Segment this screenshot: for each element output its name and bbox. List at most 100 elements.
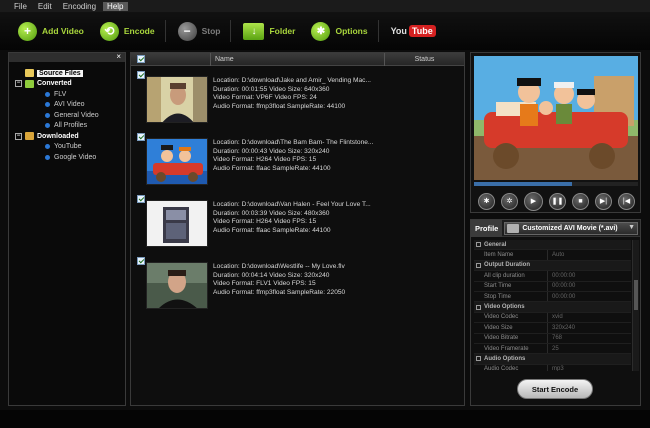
collapse-icon[interactable] (476, 262, 481, 268)
scrollbar-thumb[interactable] (634, 280, 638, 310)
tree-item-general-video[interactable]: General Video (15, 110, 125, 121)
add-video-label: Add Video (42, 26, 84, 36)
property-row[interactable]: Stop Time 00:00:00 (474, 291, 631, 303)
previous-frame-icon[interactable]: |◀ (618, 192, 635, 210)
tree-item-source-files[interactable]: Source Files (15, 68, 125, 79)
youtube-button[interactable]: You Tube (391, 25, 436, 37)
tree-item-youtube[interactable]: YouTube (15, 142, 125, 153)
select-all-checkbox[interactable] (137, 55, 145, 63)
property-row[interactable]: Video Codec xvid (474, 312, 631, 324)
property-key: Video Size (474, 323, 548, 333)
stop-icon[interactable]: ■ (572, 192, 589, 210)
property-category[interactable]: Audio Options (474, 354, 631, 365)
encode-button[interactable]: ⟲ Encode (99, 19, 155, 43)
playback-controls: ✱ ✲ ▶ ❚❚ ■ ▶| |◀ (471, 190, 642, 212)
property-value[interactable]: mp3 (548, 366, 564, 371)
file-checkbox[interactable] (137, 71, 145, 79)
menu-help[interactable]: Help (103, 1, 128, 11)
file-checkbox[interactable] (137, 133, 145, 141)
bullet-icon (45, 154, 50, 160)
tree-item-converted[interactable]: − Converted (15, 79, 125, 90)
property-value[interactable]: 00:00:00 (548, 283, 575, 289)
close-icon[interactable]: × (116, 52, 121, 61)
play-icon[interactable]: ▶ (524, 191, 543, 211)
property-key: Item Name (474, 250, 548, 260)
file-row[interactable]: Location: D:\download\Van Halen - Feel Y… (137, 195, 457, 255)
property-value[interactable]: Auto (548, 252, 564, 258)
tree-item-google-video[interactable]: Google Video (15, 152, 125, 163)
folder-button[interactable]: ↓ Folder (243, 19, 295, 43)
file-duration: Duration: 00:00:43 Video Size: 320x240 (213, 147, 330, 155)
chevron-down-icon: ▼ (628, 223, 635, 231)
property-row[interactable]: All clip duration 00:00:00 (474, 271, 631, 282)
column-header-name[interactable]: Name (211, 52, 385, 66)
video-thumbnail (146, 76, 208, 123)
file-video-format: Video Format: FLV1 Video FPS: 15 (213, 280, 316, 288)
file-audio-format: Audio Format: ffmp3float SampleRate: 441… (213, 102, 346, 110)
property-value[interactable]: 00:00:00 (548, 273, 575, 279)
add-video-button[interactable]: + Add Video (18, 19, 84, 43)
property-category[interactable]: General (474, 240, 631, 251)
pause-icon[interactable]: ❚❚ (549, 192, 566, 210)
start-encode-button[interactable]: Start Encode (517, 379, 593, 399)
folder-icon (25, 69, 34, 78)
menu-file[interactable]: File (14, 2, 27, 11)
property-row[interactable]: Item Name Auto (474, 250, 631, 261)
file-checkbox[interactable] (137, 195, 145, 203)
collapse-icon[interactable]: − (15, 80, 22, 88)
property-category-label: Video Options (484, 304, 525, 311)
properties-scrollbar[interactable] (632, 240, 639, 371)
file-row[interactable]: Location: D:\download\Westlife -- My Lov… (137, 257, 457, 317)
property-category[interactable]: Output Duration (474, 260, 631, 272)
column-header-status[interactable]: Status (385, 56, 464, 63)
collapse-icon[interactable] (476, 304, 481, 310)
property-value[interactable]: 25 (548, 346, 559, 352)
profile-selected-label: Customized AVI Movie (*.avi) (522, 224, 618, 232)
tree-item-flv[interactable]: FLV (15, 89, 125, 100)
property-category[interactable]: Video Options (474, 302, 631, 313)
collapse-icon[interactable] (476, 356, 481, 362)
tree-item-avi-video[interactable]: AVI Video (15, 100, 125, 111)
tree-item-label: YouTube (54, 143, 82, 151)
settings-icon[interactable]: ✲ (501, 192, 518, 210)
property-row[interactable]: Video Framerate 25 (474, 343, 631, 355)
property-key: Video Codec (474, 312, 548, 323)
property-row[interactable]: Start Time 00:00:00 (474, 281, 631, 292)
file-checkbox[interactable] (137, 257, 145, 265)
file-location: Location: D:\download\Jake and Amir_ Ven… (213, 77, 371, 84)
menu-edit[interactable]: Edit (38, 2, 52, 11)
stop-icon: − (177, 21, 197, 41)
library-tree: Source Files − Converted FLV AVI Video G… (9, 62, 125, 163)
file-list-header: Name Status (131, 52, 464, 66)
profile-dropdown[interactable]: Customized AVI Movie (*.avi) ▼ (504, 221, 638, 235)
file-duration: Duration: 00:01:55 Video Size: 640x360 (213, 85, 330, 93)
stop-button[interactable]: − Stop (177, 19, 220, 43)
tree-item-all-profiles[interactable]: All Profiles (15, 121, 125, 132)
video-thumbnail (146, 138, 208, 185)
file-row[interactable]: Location: D:\download\Jake and Amir_ Ven… (137, 71, 457, 131)
collapse-icon[interactable]: − (15, 132, 22, 140)
property-row[interactable]: Video Bitrate 768 (474, 333, 631, 344)
tab-profile[interactable]: Profile (471, 219, 503, 237)
property-row[interactable]: Audio Codec mp3 (474, 364, 631, 371)
next-frame-icon[interactable]: ▶| (595, 192, 612, 210)
options-button[interactable]: ✱ Options (311, 19, 368, 43)
property-value[interactable]: xvid (548, 314, 563, 320)
property-row[interactable]: Video Size 320x240 (474, 323, 631, 334)
collapse-icon[interactable] (476, 242, 481, 248)
seek-bar[interactable] (474, 182, 638, 186)
property-key: Stop Time (474, 291, 548, 302)
tree-item-downloaded[interactable]: − Downloaded (15, 131, 125, 142)
menu-encoding[interactable]: Encoding (63, 2, 96, 11)
youtube-logo-you: You (390, 26, 407, 36)
file-row[interactable]: Location: D:\download\The Bam Bam- The F… (137, 133, 457, 193)
property-value[interactable]: 00:00:00 (548, 294, 575, 300)
property-value[interactable]: 320x240 (548, 325, 575, 331)
property-value[interactable]: 768 (548, 335, 562, 341)
folder-icon (25, 132, 34, 141)
video-thumbnail (146, 262, 208, 309)
video-preview[interactable] (474, 56, 638, 180)
snapshot-icon[interactable]: ✱ (478, 192, 495, 210)
toolbar-divider (230, 20, 232, 42)
select-all-column (131, 52, 211, 66)
